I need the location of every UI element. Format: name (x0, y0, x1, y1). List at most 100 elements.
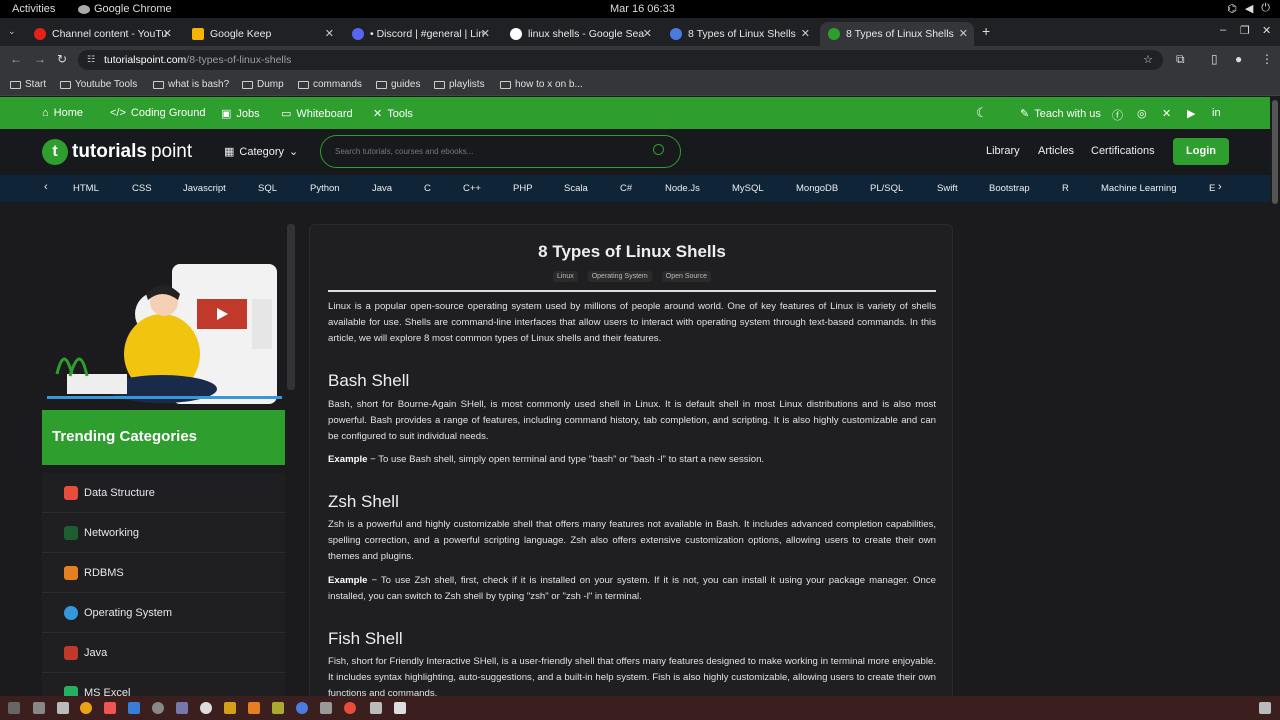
side-panel-icon[interactable]: ▯ (1211, 52, 1218, 66)
nav-whiteboard[interactable]: ▭ Whiteboard (281, 107, 353, 121)
category-operating-system[interactable]: Operating System (42, 593, 285, 633)
tag-linux[interactable]: Linux (552, 271, 578, 282)
bookmark-start[interactable]: Start (10, 79, 46, 90)
facebook-icon[interactable]: ⓕ (1112, 107, 1123, 123)
tab-discord[interactable]: • Discord | #general | Lin ✕ (344, 22, 496, 46)
category-dropdown[interactable]: ▦ Category ⌄ (224, 145, 298, 159)
lang-scala[interactable]: Scala (564, 183, 588, 194)
bookmark-commands[interactable]: commands (298, 79, 362, 90)
lang-javascript[interactable]: Javascript (183, 183, 226, 194)
reload-icon[interactable]: ↻ (57, 52, 67, 66)
lang-prev-icon[interactable]: ‹ (44, 181, 48, 193)
lang-mongodb[interactable]: MongoDB (796, 183, 838, 194)
lang-bootstrap[interactable]: Bootstrap (989, 183, 1030, 194)
x-twitter-icon[interactable]: ✕ (1162, 107, 1171, 120)
nav-teach[interactable]: ✎ Teach with us (1020, 107, 1101, 121)
tab-google-keep[interactable]: Google Keep ✕ (184, 22, 340, 46)
search-input[interactable]: Search tutorials, courses and ebooks... (320, 135, 681, 168)
taskbar-app7-icon[interactable] (296, 702, 308, 714)
close-tab-icon[interactable]: ✕ (481, 27, 490, 40)
site-info-icon[interactable]: ☷ (87, 54, 95, 65)
lang-machine-learning[interactable]: Machine Learning (1101, 183, 1177, 194)
bookmark-playlists[interactable]: playlists (434, 79, 485, 90)
close-tab-icon[interactable]: ✕ (325, 27, 334, 40)
close-tab-icon[interactable]: ✕ (959, 27, 968, 40)
page-scrollbar[interactable] (1270, 96, 1280, 696)
scrollbar-thumb[interactable] (1272, 100, 1278, 204)
theme-toggle-icon[interactable]: ☾ (976, 105, 988, 121)
lang-php[interactable]: PHP (513, 183, 533, 194)
category-data-structure[interactable]: Data Structure (42, 473, 285, 513)
close-tab-icon[interactable]: ✕ (801, 27, 810, 40)
lang-csharp[interactable]: C# (620, 183, 632, 194)
taskbar-firefox-icon[interactable] (104, 702, 116, 714)
nav-jobs[interactable]: ▣ Jobs (221, 107, 260, 121)
show-apps-icon[interactable] (1259, 702, 1271, 714)
close-window-icon[interactable]: ✕ (1262, 24, 1271, 37)
library-link[interactable]: Library (986, 145, 1020, 157)
lang-swift[interactable]: Swift (937, 183, 958, 194)
linkedin-icon[interactable]: in (1212, 107, 1221, 119)
nav-tools[interactable]: ✕ Tools (373, 107, 413, 121)
nav-coding-ground[interactable]: </> Coding Ground (110, 107, 206, 119)
lang-nodejs[interactable]: Node.Js (665, 183, 700, 194)
category-ms-excel[interactable]: MS Excel (42, 673, 285, 696)
taskbar-chrome-icon[interactable] (80, 702, 92, 714)
login-button[interactable]: Login (1173, 138, 1229, 165)
youtube-icon[interactable]: ▶ (1187, 107, 1195, 120)
profile-icon[interactable]: ● (1235, 52, 1242, 66)
tag-operating-system[interactable]: Operating System (587, 271, 652, 282)
menu-icon[interactable]: ⋮ (1261, 52, 1273, 66)
lang-cpp[interactable]: C++ (463, 183, 481, 194)
taskbar-app-icon[interactable] (8, 702, 20, 714)
taskbar-files-icon[interactable] (33, 702, 45, 714)
taskbar-app6-icon[interactable] (272, 702, 284, 714)
bookmark-what-is-bash[interactable]: what is bash? (153, 79, 229, 90)
lang-css[interactable]: CSS (132, 183, 152, 194)
taskbar-app5-icon[interactable] (224, 702, 236, 714)
extensions-icon[interactable]: ⧉ (1176, 52, 1185, 67)
taskbar-app4-icon[interactable] (200, 702, 212, 714)
taskbar-settings-icon[interactable] (152, 702, 164, 714)
system-tray[interactable]: ⌬ ◀ ⏻ (1227, 2, 1270, 15)
taskbar-app3-icon[interactable] (176, 702, 188, 714)
taskbar-app2-icon[interactable] (128, 702, 140, 714)
taskbar-app10-icon[interactable] (370, 702, 382, 714)
category-rdbms[interactable]: RDBMS (42, 553, 285, 593)
tab-search-icon[interactable]: ⌄ (8, 26, 16, 37)
lang-overflow[interactable]: E (1209, 183, 1215, 194)
tab-google-search[interactable]: linux shells - Google Sea ✕ (502, 22, 658, 46)
maximize-icon[interactable]: ❐ (1240, 24, 1250, 37)
tab-youtube[interactable]: Channel content - YouTu ✕ (26, 22, 178, 46)
bookmark-star-icon[interactable]: ☆ (1143, 53, 1153, 66)
url-bar[interactable]: ☷ tutorialspoint.com/8-types-of-linux-sh… (78, 50, 1163, 70)
new-tab-icon[interactable]: + (982, 23, 990, 39)
taskbar-app11-icon[interactable] (394, 702, 406, 714)
taskbar-app8-icon[interactable] (320, 702, 332, 714)
lang-python[interactable]: Python (310, 183, 340, 194)
search-icon[interactable] (653, 144, 664, 155)
tab-linux-shells-active[interactable]: 8 Types of Linux Shells ✕ (820, 22, 974, 46)
lang-next-icon[interactable]: › (1218, 181, 1222, 193)
minimize-icon[interactable]: – (1220, 24, 1226, 36)
activities-button[interactable]: Activities (12, 3, 55, 15)
tag-open-source[interactable]: Open Source (661, 271, 711, 282)
sidebar-scrollbar[interactable] (287, 224, 295, 390)
site-logo[interactable]: t tutorials point (42, 139, 192, 165)
bookmark-dump[interactable]: Dump (242, 79, 284, 90)
taskbar-app9-icon[interactable] (344, 702, 356, 714)
tab-linux-shells-1[interactable]: 8 Types of Linux Shells ✕ (662, 22, 816, 46)
bookmark-youtube-tools[interactable]: Youtube Tools (60, 79, 137, 90)
taskbar-vlc-icon[interactable] (248, 702, 260, 714)
lang-java[interactable]: Java (372, 183, 392, 194)
bookmark-how-to-x[interactable]: how to x on b... (500, 79, 583, 90)
category-java[interactable]: Java (42, 633, 285, 673)
lang-sql[interactable]: SQL (258, 183, 277, 194)
articles-link[interactable]: Articles (1038, 145, 1074, 157)
taskbar-terminal-icon[interactable] (57, 702, 69, 714)
instagram-icon[interactable]: ◎ (1137, 107, 1147, 120)
close-tab-icon[interactable]: ✕ (163, 27, 172, 40)
clock[interactable]: Mar 16 06:33 (610, 3, 675, 15)
close-tab-icon[interactable]: ✕ (643, 27, 652, 40)
app-menu[interactable]: Google Chrome (78, 3, 172, 15)
